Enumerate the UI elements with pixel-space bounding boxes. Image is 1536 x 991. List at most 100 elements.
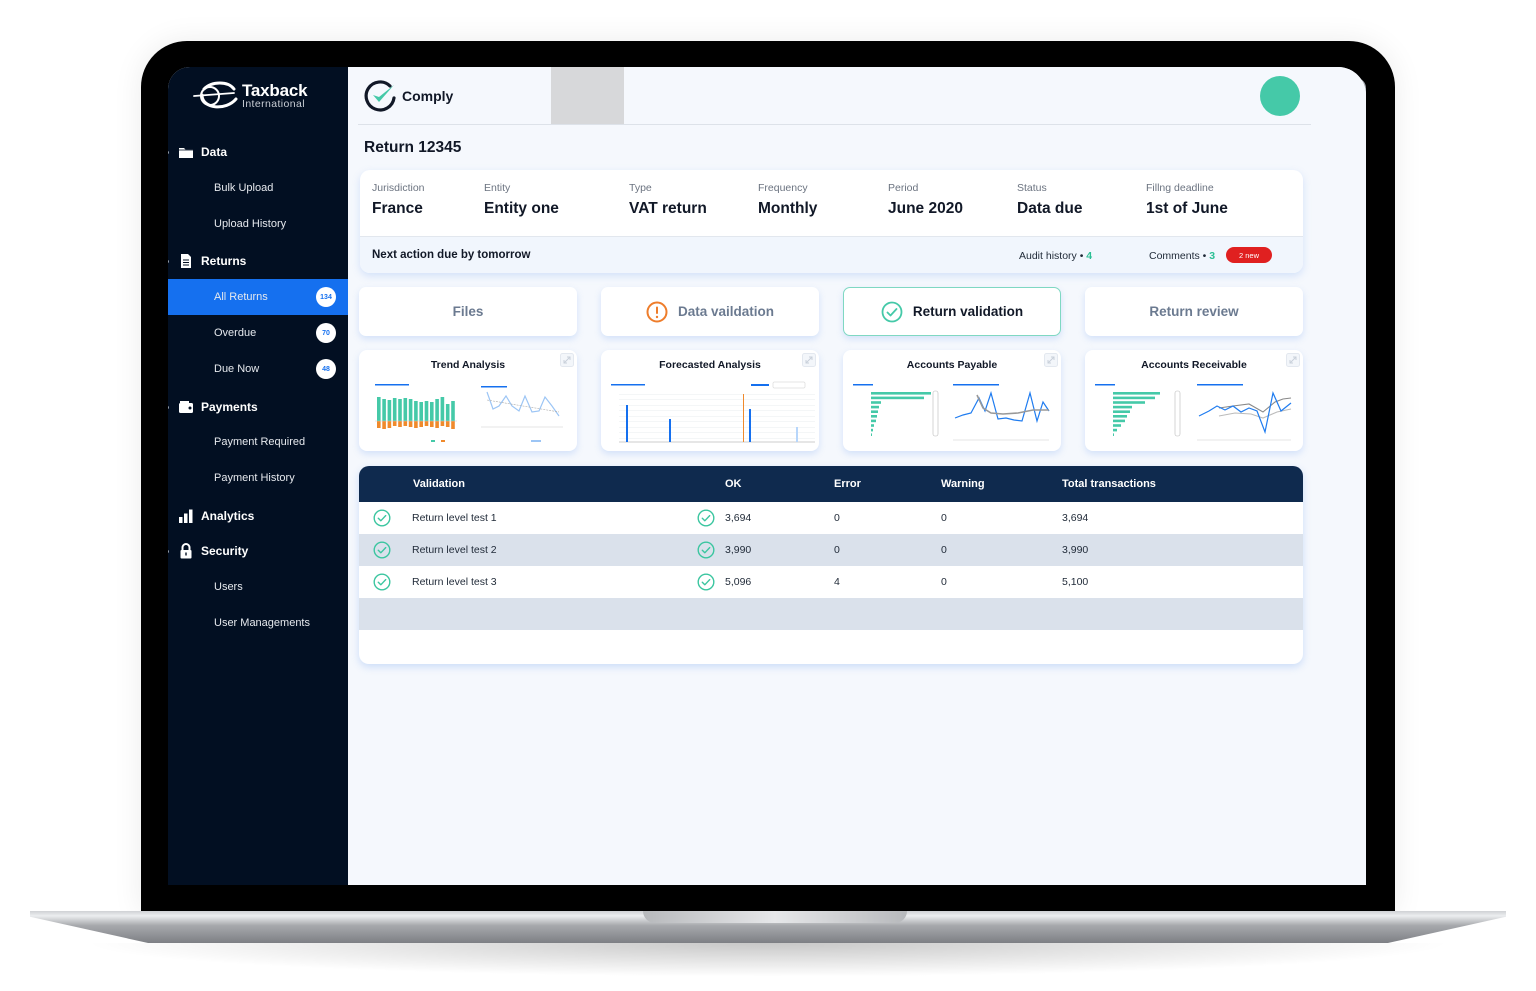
table-row[interactable]: Return level test 1 3,694 0 0 3,694 <box>359 502 1303 534</box>
sidebar-item-label: Payment History <box>214 472 295 484</box>
chart-card-accounts-payable[interactable]: Accounts Payable <box>843 350 1061 451</box>
laptop-shadow <box>80 943 1456 977</box>
count-badge: 70 <box>316 323 336 343</box>
expand-icon[interactable] <box>1286 353 1300 367</box>
sidebar-section-label: Data <box>201 145 228 159</box>
step-label: Files <box>452 304 484 319</box>
thumb-bar <box>403 398 408 421</box>
column-header-total-transactions[interactable]: Total transactions <box>1062 478 1156 490</box>
thumb-bar <box>445 404 450 421</box>
comply-check-icon <box>364 80 396 112</box>
field-filing-deadline: Fillng deadline 1st of June <box>1146 182 1228 218</box>
cell-error: 0 <box>834 544 840 556</box>
column-header-ok[interactable]: OK <box>725 478 742 490</box>
cell-warning: 0 <box>941 512 947 524</box>
column-header-error[interactable]: Error <box>834 478 861 490</box>
chart-card-accounts-receivable[interactable]: Accounts Receivable <box>1085 350 1303 451</box>
sidebar-item-upload-history[interactable]: Upload History <box>168 206 348 242</box>
thumb-bar <box>403 421 408 426</box>
thumb-bar <box>1113 401 1145 404</box>
step-return-validation[interactable]: Return validation <box>843 287 1061 336</box>
field-frequency: Frequency Monthly <box>758 182 817 218</box>
thumb-bar <box>387 421 392 428</box>
step-data-validation[interactable]: Data vaildation <box>601 287 819 336</box>
column-header-warning[interactable]: Warning <box>941 478 985 490</box>
chart-title: Accounts Receivable <box>1141 359 1247 371</box>
sidebar-section-security[interactable]: Security <box>168 536 348 566</box>
cell-total: 3,990 <box>1062 544 1089 556</box>
field-jurisdiction: Jurisdiction France <box>372 182 425 218</box>
expand-icon[interactable] <box>560 353 574 367</box>
expand-icon[interactable] <box>802 353 816 367</box>
table-row[interactable]: Return level test 2 3,990 0 0 3,990 <box>359 534 1303 566</box>
folder-icon <box>179 148 193 158</box>
expand-icon[interactable] <box>1044 353 1058 367</box>
comments-link[interactable]: Comments • 3 <box>1149 250 1215 262</box>
document-icon <box>181 254 191 268</box>
sidebar-item-all-returns[interactable]: All Returns 134 <box>168 279 348 315</box>
cell-warning: 0 <box>941 576 947 588</box>
thumb-bar <box>424 401 429 421</box>
sidebar-item-label: Users <box>214 581 243 593</box>
thumb-bar <box>871 415 877 418</box>
sidebar-section-analytics[interactable]: Analytics <box>168 501 348 531</box>
sidebar-section-payments[interactable]: Payments <box>168 392 348 422</box>
avatar[interactable] <box>1260 76 1300 116</box>
sidebar-item-due-now[interactable]: Due Now 48 <box>168 351 348 387</box>
logo-title: Taxback <box>242 81 308 101</box>
step-return-review[interactable]: Return review <box>1085 287 1303 336</box>
sidebar-item-overdue[interactable]: Overdue 70 <box>168 315 348 351</box>
field-label: Status <box>1017 182 1047 194</box>
top-bar-tab-placeholder[interactable] <box>551 67 624 125</box>
thumb-bar <box>435 421 439 428</box>
accounts-receivable-thumbnail <box>1095 384 1292 441</box>
thumb-bar <box>408 421 413 427</box>
count-badge: 134 <box>316 287 336 307</box>
sidebar-section-data[interactable]: Data <box>168 137 348 167</box>
sidebar-item-label: User Managements <box>214 617 310 629</box>
validation-table: Validation OK Error Warning Total transa… <box>359 466 1303 664</box>
taxback-logo[interactable]: Taxback International <box>190 79 308 113</box>
field-value: Data due <box>1017 200 1083 217</box>
sidebar-item-label: Due Now <box>214 363 260 375</box>
thumb-bar <box>1113 424 1121 427</box>
field-period: Period June 2020 <box>888 182 963 218</box>
field-type: Type VAT return <box>629 182 707 218</box>
chart-title: Forecasted Analysis <box>659 359 761 371</box>
sidebar-item-users[interactable]: Users <box>168 569 348 605</box>
comply-brand[interactable]: Comply <box>364 79 453 113</box>
check-circle-icon <box>881 301 903 322</box>
sidebar: Taxback International Data Bulk Upload U… <box>168 67 348 885</box>
field-value: Entity one <box>484 200 559 217</box>
sidebar-item-payment-required[interactable]: Payment Required <box>168 424 348 460</box>
sidebar-item-bulk-upload[interactable]: Bulk Upload <box>168 170 348 206</box>
accounts-payable-thumbnail <box>853 384 1050 441</box>
chart-card-forecasted-analysis[interactable]: Forecasted Analysis <box>601 350 819 451</box>
sidebar-section-label: Analytics <box>201 509 255 523</box>
audit-history-link[interactable]: Audit history • 4 <box>1019 250 1092 262</box>
column-header-validation[interactable]: Validation <box>413 478 465 490</box>
step-label: Return review <box>1149 304 1239 319</box>
sidebar-item-payment-history[interactable]: Payment History <box>168 460 348 496</box>
check-circle-icon <box>697 509 715 527</box>
sidebar-item-user-managements[interactable]: User Managements <box>168 605 348 641</box>
thumb-bar <box>398 399 402 421</box>
logo-swoosh-icon <box>193 81 238 109</box>
thumb-bar <box>445 421 450 427</box>
table-row[interactable]: Return level test 3 5,096 4 0 5,100 <box>359 566 1303 598</box>
bullet-dot <box>168 405 169 409</box>
field-value: Monthly <box>758 200 818 217</box>
cell-ok: 3,990 <box>725 544 752 556</box>
cell-validation: Return level test 2 <box>412 544 497 556</box>
sidebar-section-label: Security <box>201 544 249 558</box>
field-label: Period <box>888 182 919 194</box>
check-circle-icon <box>697 573 715 591</box>
chart-card-trend-analysis[interactable]: Trend Analysis <box>359 350 577 451</box>
field-status: Status Data due <box>1017 182 1082 218</box>
audit-history-count: 4 <box>1086 250 1093 262</box>
app-screen: Taxback International Data Bulk Upload U… <box>168 67 1366 885</box>
step-files[interactable]: Files <box>359 287 577 336</box>
sidebar-section-returns[interactable]: Returns <box>168 246 348 276</box>
bullet-dot <box>168 150 169 154</box>
comments-label: Comments • <box>1149 250 1207 262</box>
